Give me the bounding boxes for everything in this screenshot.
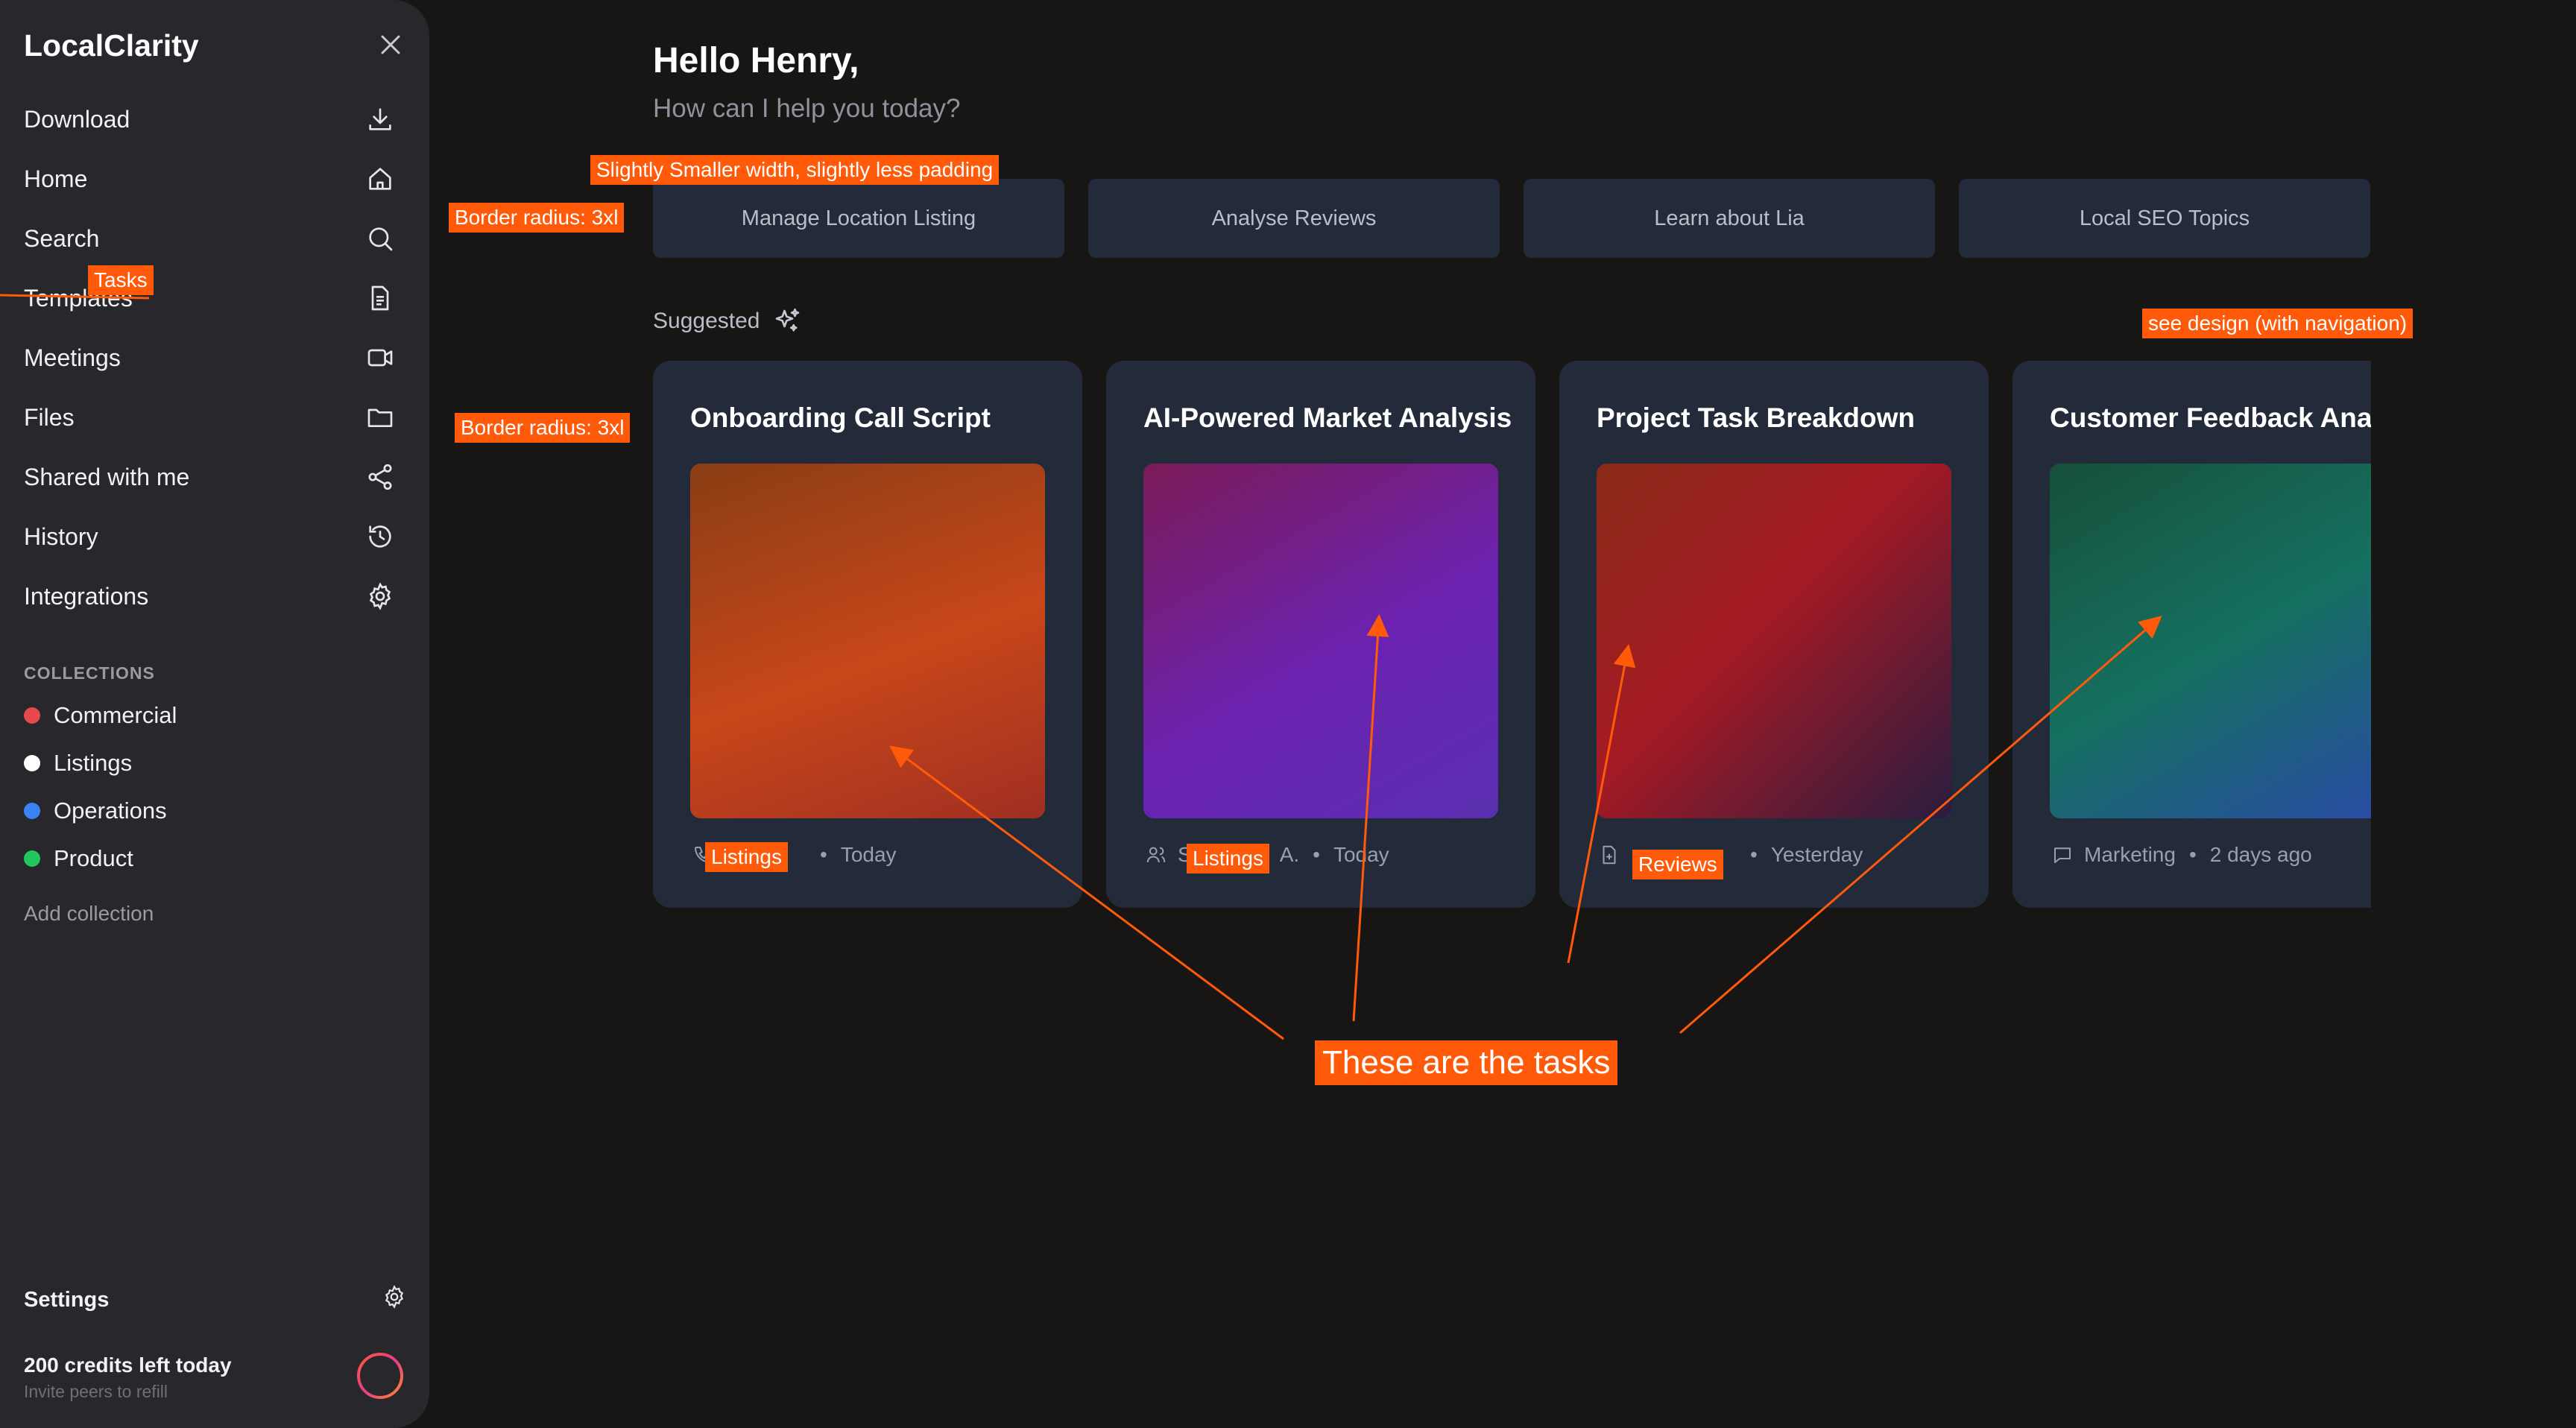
- sidebar-item-label: Shared with me: [24, 463, 190, 490]
- task-card[interactable]: AI-Powered Market Analysis S A. • Today: [1106, 361, 1535, 908]
- sidebar-item-integrations[interactable]: Integrations: [24, 572, 397, 620]
- settings-label: Settings: [24, 1287, 110, 1312]
- share-icon: [364, 461, 397, 493]
- card-meta: Marketing • 2 days ago: [2050, 842, 2312, 868]
- collection-color-dot: [24, 803, 40, 819]
- annotation-tag: Slightly Smaller width, slightly less pa…: [590, 155, 1000, 185]
- card-image: [2050, 464, 2371, 818]
- sidebar-item-history[interactable]: History: [24, 513, 397, 560]
- annotation-callout: These are the tasks: [1315, 1040, 1618, 1085]
- annotation-tag: Listings: [1187, 844, 1269, 873]
- quick-action-manage-location-listing[interactable]: Manage Location Listing: [653, 179, 1064, 258]
- annotation-tag: see design (with navigation): [2142, 309, 2414, 338]
- annotation-tag: Listings: [705, 842, 788, 872]
- collection-item-listings[interactable]: Listings: [24, 750, 132, 777]
- card-title: AI-Powered Market Analysis: [1143, 402, 1512, 433]
- task-card[interactable]: Customer Feedback Analysis Marketing • 2…: [2012, 361, 2371, 908]
- card-date: Today: [840, 843, 897, 866]
- download-icon: [364, 103, 397, 136]
- users-icon: [1143, 842, 1169, 868]
- sidebar-item-search[interactable]: Search: [24, 215, 397, 262]
- sidebar-item-label: Meetings: [24, 344, 121, 371]
- sidebar-item-label: Integrations: [24, 582, 149, 610]
- collection-item-operations[interactable]: Operations: [24, 797, 167, 824]
- sidebar-item-files[interactable]: Files: [24, 394, 397, 441]
- home-icon: [364, 162, 397, 195]
- collection-color-dot: [24, 707, 40, 724]
- document-icon: [364, 282, 397, 315]
- video-icon: [364, 341, 397, 374]
- suggested-label: Suggested: [653, 309, 760, 333]
- sidebar-item-label: Home: [24, 165, 88, 192]
- meta-separator: •: [1313, 843, 1320, 866]
- quick-action-analyse-reviews[interactable]: Analyse Reviews: [1088, 179, 1500, 258]
- annotation-tag: Border radius: 3xl: [455, 413, 631, 443]
- close-icon[interactable]: [374, 28, 407, 61]
- card-date: Yesterday: [1770, 843, 1863, 866]
- folder-icon: [364, 401, 397, 434]
- greeting-title: Hello Henry,: [653, 41, 859, 80]
- task-cards-carousel: Onboarding Call Script • Today AI-Powere…: [653, 361, 2371, 909]
- history-icon: [364, 520, 397, 553]
- collections-heading: COLLECTIONS: [24, 663, 155, 683]
- collection-color-dot: [24, 755, 40, 771]
- chat-icon: [2050, 842, 2075, 868]
- brand-logo: LocalClarity: [24, 28, 199, 63]
- sidebar: LocalClarity Download Home Search Templa…: [0, 0, 429, 1428]
- credits-subtitle: Invite peers to refill: [24, 1382, 168, 1401]
- meta-separator: •: [2188, 843, 2197, 866]
- gear-icon: [382, 1284, 407, 1315]
- collection-label: Listings: [54, 750, 133, 776]
- greeting-subtitle: How can I help you today?: [653, 94, 961, 123]
- annotation-tag: Tasks: [88, 265, 154, 295]
- card-image: [690, 464, 1045, 818]
- card-date: Today: [1333, 843, 1389, 866]
- annotation-tag: Border radius: 3xl: [449, 203, 625, 233]
- card-category-suffix: A.: [1279, 843, 1300, 866]
- add-collection-button[interactable]: Add collection: [24, 902, 154, 926]
- gear-icon: [364, 580, 397, 613]
- card-title: Project Task Breakdown: [1597, 402, 1916, 433]
- sidebar-item-label: History: [24, 522, 98, 550]
- card-image: [1597, 464, 1951, 818]
- credits-ring-icon[interactable]: [356, 1352, 404, 1400]
- sidebar-item-label: Download: [24, 105, 130, 133]
- sidebar-item-meetings[interactable]: Meetings: [24, 334, 397, 382]
- settings-button[interactable]: Settings: [24, 1282, 407, 1318]
- card-category: Marketing: [2084, 843, 2176, 866]
- card-title: Onboarding Call Script: [690, 402, 991, 433]
- sidebar-item-home[interactable]: Home: [24, 155, 397, 203]
- sidebar-item-download[interactable]: Download: [24, 95, 397, 143]
- collection-label: Commercial: [54, 702, 177, 728]
- credits-title: 200 credits left today: [24, 1353, 232, 1377]
- sidebar-item-templates[interactable]: Templates: [24, 274, 397, 322]
- sparkle-icon: [776, 308, 800, 332]
- collection-label: Product: [54, 845, 133, 871]
- search-icon: [364, 222, 397, 255]
- collection-item-product[interactable]: Product: [24, 845, 133, 872]
- collection-item-commercial[interactable]: Commercial: [24, 702, 177, 729]
- sidebar-item-label: Search: [24, 224, 100, 252]
- quick-action-learn-about-lia[interactable]: Learn about Lia: [1524, 179, 1935, 258]
- collection-label: Operations: [54, 797, 167, 824]
- file-icon: [1597, 842, 1622, 868]
- annotation-tag: Reviews: [1632, 850, 1723, 879]
- task-card[interactable]: Project Task Breakdown • Yesterday: [1559, 361, 1989, 908]
- meta-separator: •: [1750, 843, 1758, 866]
- collection-color-dot: [24, 850, 40, 867]
- quick-action-local-seo-topics[interactable]: Local SEO Topics: [1959, 179, 2370, 258]
- sidebar-item-label: Files: [24, 403, 75, 431]
- meta-separator: •: [820, 843, 827, 866]
- card-title: Customer Feedback Analysis: [2050, 402, 2371, 433]
- task-card[interactable]: Onboarding Call Script • Today: [653, 361, 1082, 908]
- suggested-heading: Suggested: [653, 306, 803, 337]
- card-date: 2 days ago: [2209, 843, 2312, 866]
- card-image: [1143, 464, 1498, 818]
- sidebar-item-shared[interactable]: Shared with me: [24, 453, 397, 501]
